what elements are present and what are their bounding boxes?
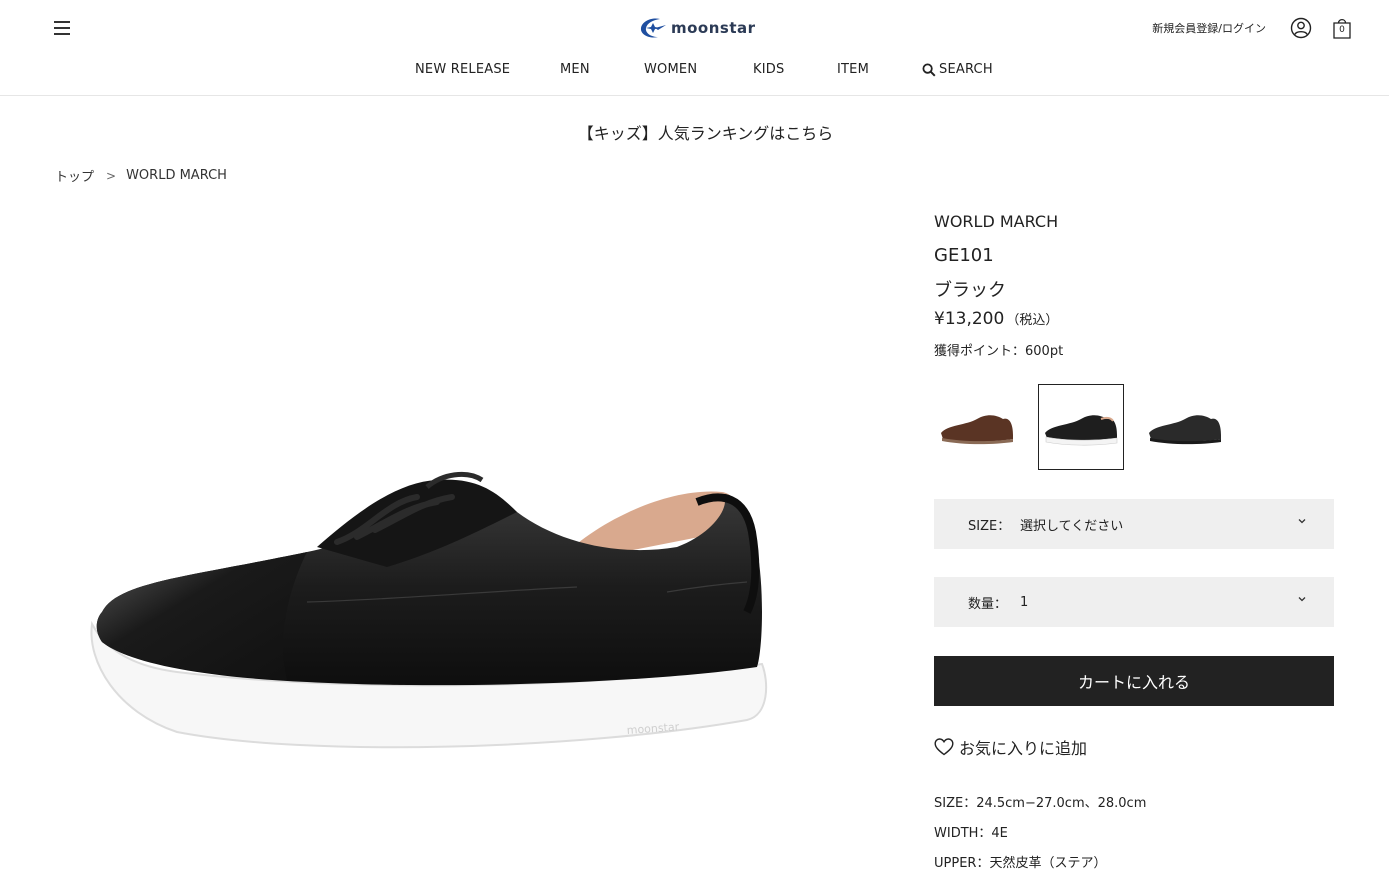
add-to-favorites[interactable]: お気に入りに追加 [934,735,1087,759]
price-value: ¥13,200 [934,309,1005,329]
nav-women[interactable]: WOMEN [644,62,697,77]
nav-kids[interactable]: KIDS [753,62,784,77]
size-select[interactable]: SIZE： 選択してください [934,499,1334,549]
search-icon [922,63,936,77]
user-icon[interactable] [1289,16,1313,40]
moonstar-logo-icon [640,18,666,38]
product-color: ブラック [934,280,1006,301]
nav-search-label: SEARCH [939,62,993,77]
breadcrumb-separator: > [106,168,117,183]
variant-thumb-brown[interactable] [934,384,1020,470]
variant-thumb-black-white[interactable] [1038,384,1124,470]
spec-upper: UPPER：天然皮革（ステア） [934,856,1107,871]
logo[interactable]: moonstar [638,14,770,42]
nav-item[interactable]: ITEM [837,62,869,77]
size-select-value: 選択してください [1020,518,1124,534]
nav-men[interactable]: MEN [560,62,590,77]
color-variants [934,384,1228,470]
kids-ranking-text: 【キッズ】人気ランキングはこちら [577,124,834,143]
quantity-select-label: 数量： [968,596,1008,612]
chevron-down-icon [1298,516,1306,527]
product-model: GE101 [934,245,994,266]
product-main-image[interactable]: moonstar [57,212,803,877]
login-link[interactable]: 新規会員登録/ログイン [1152,20,1266,36]
product-price: ¥13,200 （税込） [934,309,1058,329]
heart-icon [934,738,954,756]
nav-search[interactable]: SEARCH [922,62,993,77]
size-select-label: SIZE： [968,518,1011,534]
chevron-down-icon [1298,594,1306,605]
product-brand: WORLD MARCH [934,212,1059,231]
logo-text: moonstar [671,19,756,37]
shoe-illustration: moonstar [90,471,768,749]
breadcrumb-current: WORLD MARCH [126,168,227,183]
price-tax-label: （税込） [1006,313,1059,328]
breadcrumb-home[interactable]: トップ [55,166,94,185]
variant-thumb-black[interactable] [1142,384,1228,470]
kids-ranking-link[interactable]: 【キッズ】人気ランキングはこちら [0,120,1389,144]
quantity-select-value: 1 [1020,594,1029,610]
spec-width: WIDTH：4E [934,826,1008,841]
site-header: moonstar 新規会員登録/ログイン 0 NEW RELEASE MEN W… [0,0,1389,96]
product-points: 獲得ポイント：600pt [934,344,1064,359]
favorite-label: お気に入りに追加 [959,739,1088,758]
hamburger-icon[interactable] [54,19,70,37]
add-to-cart-button[interactable]: カートに入れる [934,656,1334,706]
breadcrumb: トップ > WORLD MARCH [55,166,227,185]
spec-size: SIZE：24.5cm−27.0cm、28.0cm [934,796,1147,811]
nav-new-release[interactable]: NEW RELEASE [415,62,510,77]
cart-count: 0 [1339,25,1345,35]
shopping-bag-icon[interactable]: 0 [1330,16,1354,40]
svg-text:moonstar: moonstar [626,720,680,737]
quantity-select[interactable]: 数量： 1 [934,577,1334,627]
